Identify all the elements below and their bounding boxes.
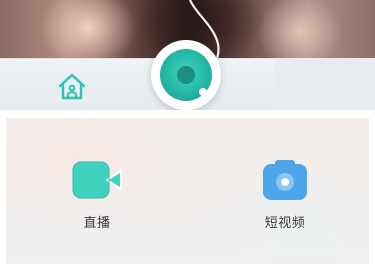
short-video-option[interactable]: 短视频 — [245, 158, 325, 231]
short-video-option-label: 短视频 — [264, 216, 306, 231]
record-disc-icon — [160, 49, 212, 101]
bottom-strip — [0, 264, 375, 272]
record-disc-button[interactable] — [151, 40, 221, 110]
divider-gap — [0, 110, 375, 118]
live-option[interactable]: 直播 — [57, 158, 137, 231]
photo-camera-icon — [263, 160, 307, 200]
app-screen: 直播 短视频 — [0, 0, 375, 272]
home-icon[interactable] — [56, 71, 88, 103]
tab-bar-right-slot[interactable] — [275, 58, 375, 110]
video-camera-icon — [72, 161, 122, 199]
live-option-label: 直播 — [83, 216, 111, 231]
